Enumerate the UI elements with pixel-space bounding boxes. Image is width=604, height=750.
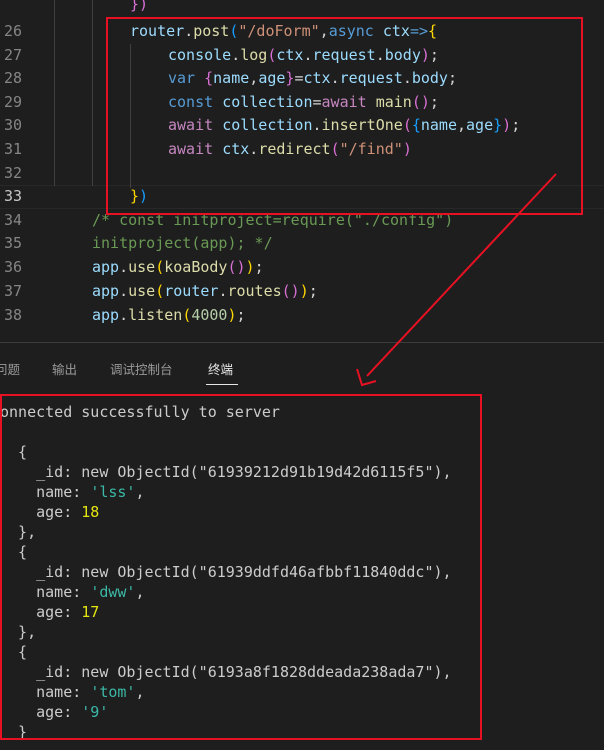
line-number: 35: [3, 234, 22, 252]
code-token: routes: [227, 282, 282, 300]
active-tab-indicator: [206, 384, 238, 385]
terminal-highlight-box: [0, 394, 482, 740]
code-token: router: [164, 282, 219, 300]
code-token: .: [119, 282, 129, 300]
code-text: app.listen(4000);: [92, 304, 246, 328]
code-line[interactable]: 35 initproject(app); */: [0, 232, 604, 256]
code-token: }): [130, 0, 149, 13]
code-token: (: [155, 258, 165, 276]
code-token: app: [92, 258, 120, 276]
code-line[interactable]: }): [0, 0, 604, 17]
panel-tab-bar: 问题 输出 调试控制台 终端: [0, 343, 604, 389]
code-text: app.use(koaBody());: [92, 256, 264, 280]
line-number: 29: [3, 93, 22, 111]
code-token: .: [119, 306, 129, 324]
code-text: app.use(router.routes());: [92, 280, 318, 304]
code-token: (: [155, 282, 165, 300]
tab-debug-console[interactable]: 调试控制台: [110, 359, 173, 378]
code-token: 4000: [191, 306, 228, 324]
code-token: (): [227, 258, 246, 276]
code-token: app: [92, 282, 120, 300]
code-text: initproject(app); */: [92, 232, 273, 256]
code-token: ;: [236, 306, 246, 324]
code-token: listen: [128, 306, 183, 324]
line-number: 34: [3, 211, 22, 229]
line-number: 36: [3, 258, 22, 276]
code-text: }): [130, 0, 148, 17]
code-token: use: [128, 282, 156, 300]
code-token: ): [227, 306, 237, 324]
line-number: 33: [3, 187, 22, 205]
line-number: 31: [3, 140, 22, 158]
code-token: .: [119, 258, 129, 276]
line-number: 27: [3, 46, 22, 64]
code-token: ): [245, 258, 255, 276]
code-token: ;: [308, 282, 318, 300]
code-token: koaBody: [164, 258, 228, 276]
code-token: initproject(app); */: [92, 234, 273, 252]
line-number: 26: [3, 22, 22, 40]
line-number: 37: [3, 282, 22, 300]
code-highlight-box: [106, 17, 583, 215]
line-number: 32: [3, 164, 22, 182]
code-line[interactable]: 36 app.use(koaBody());: [0, 256, 604, 280]
code-line[interactable]: 38 app.listen(4000);: [0, 304, 604, 328]
code-token: app: [92, 306, 120, 324]
code-token: use: [128, 258, 156, 276]
line-number: 30: [3, 116, 22, 134]
tab-terminal[interactable]: 终端: [208, 359, 233, 378]
line-number: 28: [3, 69, 22, 87]
code-token: (: [182, 306, 192, 324]
code-token: ): [299, 282, 309, 300]
code-line[interactable]: 37 app.use(router.routes());: [0, 280, 604, 304]
tab-output[interactable]: 输出: [52, 359, 77, 378]
code-token: ;: [254, 258, 264, 276]
tab-problems[interactable]: 问题: [0, 359, 20, 378]
code-token: (): [281, 282, 300, 300]
line-number: 38: [3, 306, 22, 324]
